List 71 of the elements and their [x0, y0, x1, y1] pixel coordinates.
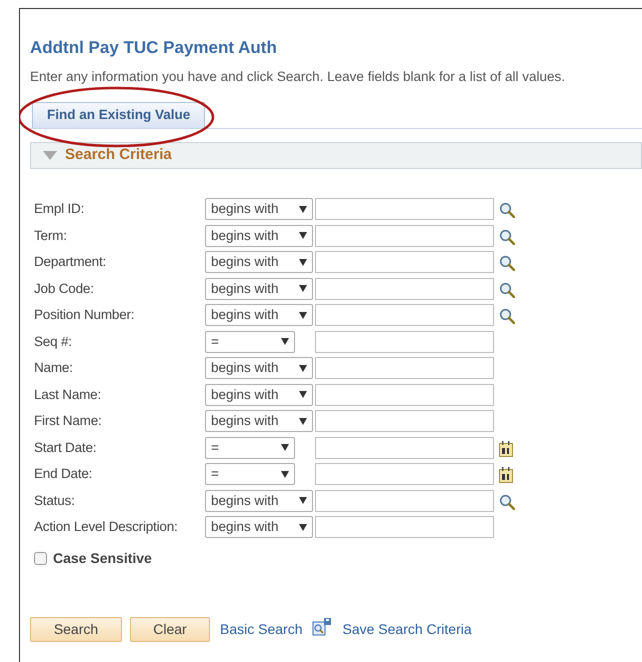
input-field[interactable] [315, 384, 494, 406]
input-field[interactable] [315, 198, 494, 220]
input-field[interactable] [315, 410, 494, 432]
operator-dropdown[interactable]: = [205, 463, 295, 486]
section-header[interactable]: Search Criteria [30, 142, 642, 169]
search-icon[interactable] [499, 494, 515, 510]
operator-dropdown[interactable]: = [205, 330, 295, 353]
field-label: Action Level Description: [33, 518, 179, 536]
input-field[interactable] [315, 224, 494, 247]
input-field[interactable] [315, 463, 494, 486]
operator-dropdown[interactable]: begins with [205, 304, 313, 326]
search-icon[interactable] [499, 308, 515, 324]
field-label: Job Code: [33, 280, 95, 298]
input-field[interactable] [315, 251, 494, 274]
caret-icon[interactable] [299, 524, 307, 531]
operator-dropdown[interactable]: begins with [205, 490, 313, 512]
input-field[interactable] [315, 436, 494, 459]
link[interactable]: Basic Search [220, 618, 302, 640]
caret-icon[interactable] [299, 232, 307, 240]
field-label: Last Name: [33, 386, 102, 404]
caret-icon[interactable] [299, 206, 307, 213]
operator-dropdown[interactable]: begins with [205, 224, 313, 247]
operator-dropdown[interactable]: begins with [205, 384, 313, 406]
operator-dropdown[interactable]: begins with [205, 516, 313, 538]
field-label: Term: [33, 226, 68, 245]
search-icon[interactable] [499, 255, 515, 272]
field-label: First Name: [33, 412, 103, 430]
field-label: End Date: [33, 465, 94, 484]
field-label: Seq #: [33, 332, 73, 351]
operator-dropdown[interactable]: begins with [205, 357, 313, 380]
caret-icon[interactable] [299, 497, 307, 504]
search-icon[interactable] [499, 228, 515, 245]
input-field[interactable] [315, 304, 494, 326]
caret-icon[interactable] [281, 444, 289, 452]
operator-dropdown[interactable]: begins with [205, 410, 313, 432]
operator-dropdown[interactable]: = [205, 436, 295, 459]
operator-dropdown[interactable]: begins with [205, 198, 313, 220]
field-label: Name: [33, 359, 74, 378]
tab[interactable]: Find an Existing Value [32, 102, 206, 128]
field-label: Start Date: [33, 438, 98, 457]
caret-icon[interactable] [299, 418, 307, 425]
search-button[interactable]: Search [30, 616, 122, 642]
calendar-icon[interactable] [499, 467, 513, 484]
field-label: Position Number: [33, 306, 136, 324]
caret-icon[interactable] [299, 285, 307, 292]
input-field[interactable] [315, 278, 494, 300]
search-icon[interactable] [499, 282, 515, 298]
caret-icon[interactable] [299, 258, 307, 266]
caret-icon[interactable] [299, 364, 307, 372]
checkbox[interactable] [34, 552, 47, 564]
caret-icon[interactable] [281, 470, 289, 478]
input-field[interactable] [315, 490, 494, 512]
calendar-icon[interactable] [499, 440, 513, 457]
checkbox-label: Case Sensitive [53, 548, 152, 568]
caret-icon[interactable] [299, 312, 307, 319]
search-icon[interactable] [499, 202, 515, 218]
input-field[interactable] [315, 516, 494, 538]
instructions-text: Enter any information you have and click Search. Leave fields blank for a list of all values. [30, 68, 566, 86]
caret-icon[interactable] [299, 391, 307, 398]
operator-dropdown[interactable]: begins with [205, 278, 313, 300]
field-label: Department: [33, 253, 108, 272]
operator-dropdown[interactable]: begins with [205, 251, 313, 274]
link[interactable]: Save Search Criteria [342, 618, 472, 640]
field-label: Status: [33, 492, 76, 510]
page-title: Addtnl Pay TUC Payment Auth [30, 37, 278, 59]
caret-icon[interactable] [281, 338, 289, 346]
input-field[interactable] [315, 330, 494, 353]
clear-button[interactable]: Clear [130, 616, 210, 642]
save-search-icon[interactable] [312, 618, 332, 636]
input-field[interactable] [315, 357, 494, 380]
field-label: Empl ID: [33, 200, 86, 218]
